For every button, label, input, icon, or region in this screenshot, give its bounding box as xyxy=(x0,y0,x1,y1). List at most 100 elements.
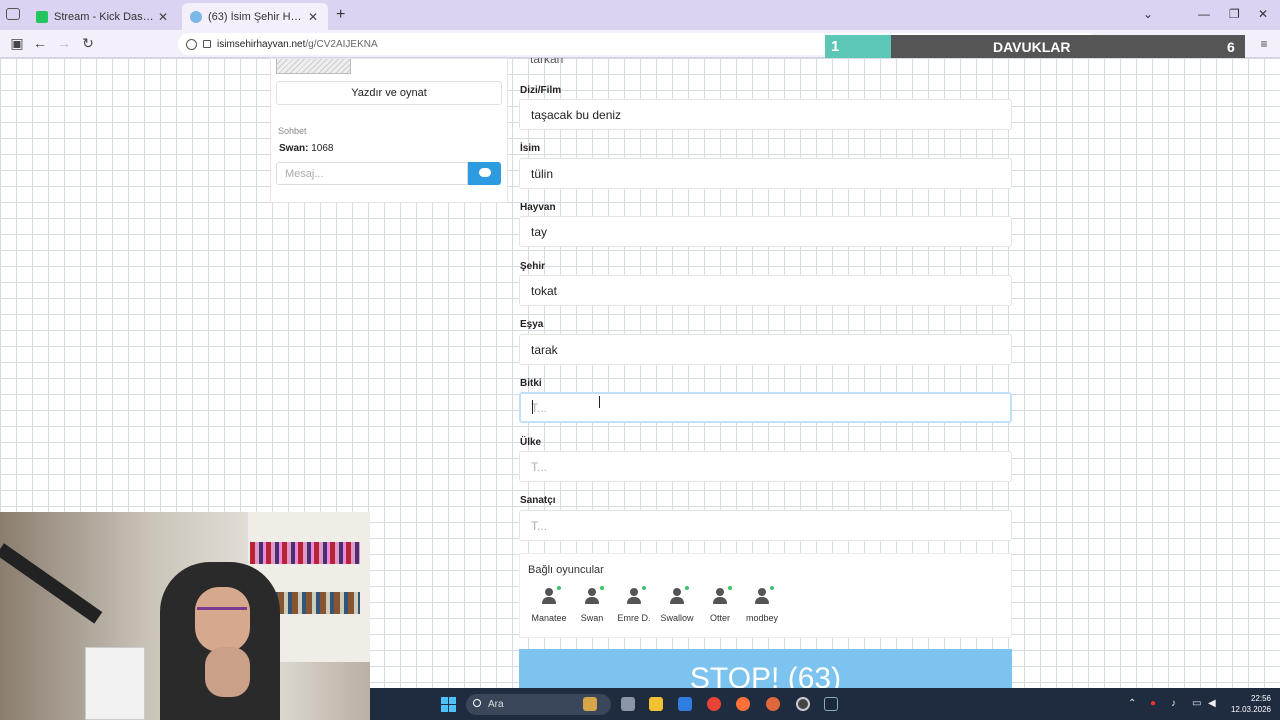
text-caret xyxy=(532,400,533,414)
close-window-button[interactable]: ✕ xyxy=(1258,7,1268,21)
player-name: Otter xyxy=(709,613,730,623)
user-avatar-icon xyxy=(624,586,646,606)
tray-chevron-icon[interactable]: ⌃ xyxy=(1128,698,1136,709)
chat-message: Swan: 1068 xyxy=(279,143,334,154)
stream-score-overlay: 1 DAVUKLAR 6 xyxy=(825,35,1245,59)
steam-icon[interactable] xyxy=(824,697,838,711)
field-label-isim: İsim xyxy=(520,143,541,154)
lock-icon xyxy=(203,40,211,48)
firefox-icon[interactable] xyxy=(736,697,750,711)
chat-text: 1068 xyxy=(311,143,334,154)
overlay-score: 6 xyxy=(1227,39,1235,55)
player-name: Manatee xyxy=(531,613,567,623)
obs-icon[interactable] xyxy=(796,697,810,711)
minimize-button[interactable]: — xyxy=(1198,7,1210,21)
field-label-dizi-film: Dizi/Film xyxy=(520,85,562,96)
field-dizi-film[interactable] xyxy=(519,99,1012,130)
user-add-avatar-icon xyxy=(710,586,732,606)
user-avatar-icon xyxy=(539,586,561,606)
microphone-icon[interactable]: ♪ xyxy=(1171,698,1176,709)
chat-title: Sohbet xyxy=(278,126,307,136)
player-name: Emre D. xyxy=(617,613,651,623)
taskbar-clock[interactable]: 22:56 12.03.2026 xyxy=(1227,693,1271,715)
field-bitki[interactable] xyxy=(519,392,1012,423)
forward-button[interactable]: → xyxy=(55,35,73,51)
tab-actions-icon[interactable] xyxy=(6,8,20,20)
field-label-sanatci: Sanatçı xyxy=(520,495,556,506)
close-tab-icon[interactable]: ✕ xyxy=(156,10,170,24)
field-sanatci[interactable] xyxy=(519,510,1012,541)
mouse-ibeam-cursor xyxy=(599,396,601,408)
partial-field-value: tarkan xyxy=(530,58,564,66)
chat-user: Swan xyxy=(279,143,306,154)
player-name: Swan xyxy=(580,613,604,623)
sidebar-card: Yazdır ve oynat Sohbet Swan: 1068 xyxy=(270,58,508,203)
tab-title: Stream - Kick Dashboard xyxy=(54,10,156,23)
chat-bubble-icon xyxy=(479,168,491,177)
search-highlight-icon xyxy=(583,697,597,711)
print-and-play-button[interactable]: Yazdır ve oynat xyxy=(276,81,502,105)
field-label-esya: Eşya xyxy=(520,319,544,330)
player-item: Swallow xyxy=(653,586,701,623)
player-item: Otter xyxy=(696,586,744,623)
volume-icon[interactable]: ◀ xyxy=(1208,698,1216,709)
player-name: modbey xyxy=(745,613,779,623)
clock-time: 22:56 xyxy=(1250,694,1271,703)
field-esya[interactable] xyxy=(519,334,1012,365)
sidebar-toggle-icon[interactable]: ▣ xyxy=(8,35,26,52)
globe-favicon-icon xyxy=(190,10,202,23)
site-info-icon[interactable] xyxy=(186,38,197,50)
player-item: modbey xyxy=(738,586,786,623)
field-label-sehir: Şehir xyxy=(520,261,546,272)
url-path: /g/CV2AIJEKNA xyxy=(305,38,378,50)
webcam-overlay xyxy=(0,512,370,720)
network-icon[interactable]: ▭ xyxy=(1192,698,1201,709)
player-item: Manatee xyxy=(525,586,573,623)
stop-button[interactable]: STOP! (63) xyxy=(519,649,1012,688)
store-icon[interactable] xyxy=(678,697,692,711)
connected-players-panel: Bağlı oyuncular Manatee Swan Emre D. Swa… xyxy=(519,553,1012,638)
tab-title: (63) İsim Şehir Hayvan oyununa xyxy=(208,10,306,23)
menu-icon[interactable]: ≡ xyxy=(1257,37,1271,51)
kick-favicon-icon xyxy=(36,10,48,23)
field-label-ulke: Ülke xyxy=(520,437,542,448)
windows-taskbar: Ara ⌃ ● ♪ ▭ ◀ 22:56 12.03.2026 xyxy=(370,688,1280,720)
players-title: Bağlı oyuncular xyxy=(528,564,604,576)
windows-start-icon[interactable] xyxy=(441,697,456,712)
new-tab-button[interactable]: + xyxy=(336,6,345,24)
tab-isim-sehir-hayvan[interactable]: (63) İsim Şehir Hayvan oyununa ✕ xyxy=(182,3,328,30)
player-name: Swallow xyxy=(660,613,694,623)
close-tab-icon[interactable]: ✕ xyxy=(306,10,320,24)
chat-send-button[interactable] xyxy=(468,162,501,185)
file-explorer-icon[interactable] xyxy=(649,697,663,711)
clock-date: 12.03.2026 xyxy=(1230,705,1271,714)
field-label-bitki: Bitki xyxy=(520,378,542,389)
player-item: Swan xyxy=(568,586,616,623)
tab-kick-dashboard[interactable]: Stream - Kick Dashboard ✕ xyxy=(28,3,178,30)
user-avatar-icon xyxy=(752,586,774,606)
back-button[interactable]: ← xyxy=(31,35,49,51)
drawing-thumbnail xyxy=(276,59,351,74)
firefox-dev-icon[interactable] xyxy=(766,697,780,711)
search-placeholder: Ara xyxy=(488,699,504,710)
overlay-team: DAVUKLAR xyxy=(993,39,1071,55)
field-hayvan[interactable] xyxy=(519,216,1012,247)
search-icon xyxy=(473,699,481,707)
tab-search-icon[interactable]: ⌄ xyxy=(1143,7,1153,21)
tray-app-icon[interactable]: ● xyxy=(1150,698,1156,709)
player-item: Emre D. xyxy=(610,586,658,623)
task-view-icon[interactable] xyxy=(621,697,635,711)
browser-tabbar: Stream - Kick Dashboard ✕ (63) İsim Şehi… xyxy=(0,0,1280,30)
field-isim[interactable] xyxy=(519,158,1012,189)
field-label-hayvan: Hayvan xyxy=(520,202,556,213)
field-sehir[interactable] xyxy=(519,275,1012,306)
overlay-rank: 1 xyxy=(825,35,891,59)
chat-input[interactable] xyxy=(276,162,468,185)
white-cabinet xyxy=(85,647,145,720)
reload-button[interactable]: ↻ xyxy=(79,35,97,52)
chrome-icon[interactable] xyxy=(707,697,721,711)
maximize-button[interactable]: ❐ xyxy=(1229,7,1240,21)
url-host: isimsehirhayvan.net xyxy=(217,38,306,50)
field-ulke[interactable] xyxy=(519,451,1012,482)
user-avatar-icon xyxy=(582,586,604,606)
